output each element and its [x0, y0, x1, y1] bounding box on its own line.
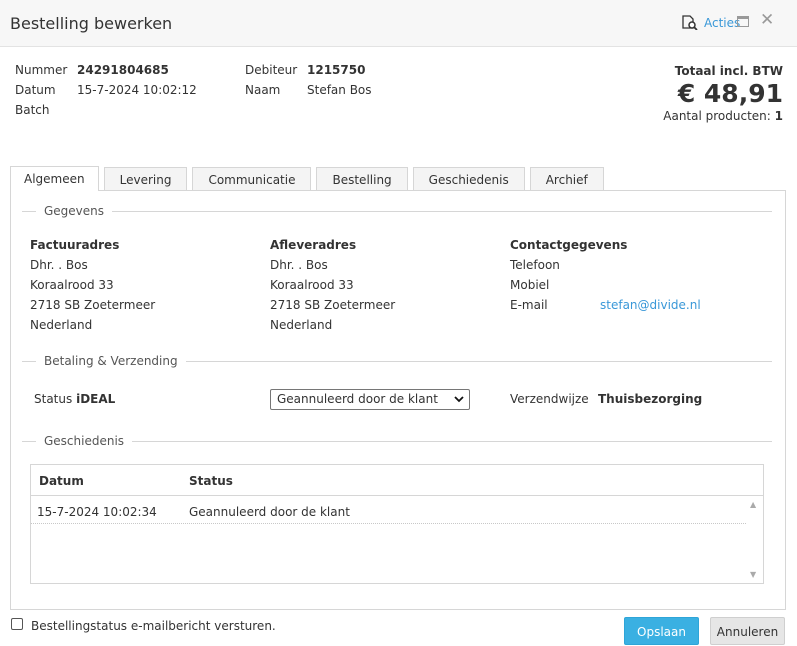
contactgegevens-heading: Contactgegevens: [510, 238, 628, 252]
betaling-section: Betaling & Verzending: [22, 354, 772, 368]
verzendwijze-label: Verzendwijze: [510, 392, 589, 406]
factuuradres-line: Nederland: [30, 318, 93, 332]
row-datum: 15-7-2024 10:02:34: [37, 505, 157, 519]
geschiedenis-section-label: Geschiedenis: [36, 434, 133, 448]
acties-label: Acties: [704, 15, 741, 30]
debiteur-label: Debiteur: [245, 63, 298, 77]
gegevens-section-label: Gegevens: [36, 204, 113, 218]
tab-archief[interactable]: Archief: [529, 167, 604, 191]
maximize-icon[interactable]: [737, 16, 749, 27]
factuuradres-block: Factuuradres Dhr. . Bos Koraalrood 33 27…: [30, 235, 155, 335]
dialog-title: Bestelling bewerken: [10, 14, 173, 33]
table-row[interactable]: 15-7-2024 10:02:34 Geannuleerd door de k…: [31, 496, 746, 524]
aantal-label: Aantal producten:: [663, 109, 771, 123]
afleveradres-line: Nederland: [270, 318, 333, 332]
aantal-producten: Aantal producten: 1: [663, 109, 783, 123]
nummer-value: 24291804685: [77, 63, 169, 77]
afleveradres-line: 2718 SB Zoetermeer: [270, 298, 396, 312]
document-search-icon: [682, 15, 698, 30]
section-divider: [22, 211, 772, 212]
totaal-amount: € 48,91: [677, 79, 783, 108]
status-label: Status: [34, 392, 73, 406]
gegevens-section: Gegevens: [22, 204, 772, 218]
save-button[interactable]: Opslaan: [624, 617, 699, 645]
history-grid: Datum Status 15-7-2024 10:02:34 Geannule…: [30, 464, 764, 584]
verzendwijze-value: Thuisbezorging: [598, 392, 703, 406]
factuuradres-line: Koraalrood 33: [30, 278, 114, 292]
aantal-value: 1: [774, 109, 783, 123]
grid-header: Datum Status: [31, 465, 763, 496]
email-link[interactable]: stefan@divide.nl: [600, 295, 701, 315]
section-divider: [22, 441, 772, 442]
afleveradres-heading: Afleveradres: [270, 238, 357, 252]
datum-label: Datum: [15, 83, 56, 97]
nummer-label: Nummer: [15, 63, 68, 77]
status-method: iDEAL: [76, 392, 116, 406]
column-header-datum[interactable]: Datum: [39, 474, 84, 488]
afleveradres-line: Dhr. . Bos: [270, 258, 328, 272]
row-status: Geannuleerd door de klant: [189, 505, 350, 519]
tab-geschiedenis[interactable]: Geschiedenis: [412, 167, 525, 191]
debiteur-value: 1215750: [307, 63, 366, 77]
naam-label: Naam: [245, 83, 281, 97]
totaal-label: Totaal incl. BTW: [674, 64, 783, 78]
tab-bar: Algemeen Levering Communicatie Bestellin…: [10, 166, 609, 191]
scroll-down-icon[interactable]: ▼: [750, 570, 756, 579]
factuuradres-line: Dhr. . Bos: [30, 258, 88, 272]
column-header-status[interactable]: Status: [189, 474, 233, 488]
chevron-down-icon: [454, 396, 464, 403]
cancel-button[interactable]: Annuleren: [710, 617, 785, 645]
tab-communicatie[interactable]: Communicatie: [192, 167, 312, 191]
status-select[interactable]: Geannuleerd door de klant: [270, 389, 470, 410]
grid-scrollbar[interactable]: ▲ ▼: [746, 496, 763, 583]
tab-algemeen[interactable]: Algemeen: [10, 166, 99, 191]
dialog-titlebar: Bestelling bewerken Acties ✕: [0, 0, 797, 47]
datum-value: 15-7-2024 10:02:12: [77, 83, 197, 97]
email-notification-checkbox[interactable]: [11, 618, 23, 630]
telefoon-label: Telefoon: [510, 258, 560, 272]
acties-button[interactable]: Acties: [682, 15, 740, 30]
scroll-up-icon[interactable]: ▲: [750, 500, 756, 509]
afleveradres-block: Afleveradres Dhr. . Bos Koraalrood 33 27…: [270, 235, 395, 335]
close-icon[interactable]: ✕: [760, 10, 774, 30]
batch-label: Batch: [15, 103, 50, 117]
status-field: Status iDEAL: [34, 392, 115, 406]
afleveradres-line: Koraalrood 33: [270, 278, 354, 292]
tab-bestelling[interactable]: Bestelling: [316, 167, 408, 191]
geschiedenis-section: Geschiedenis: [22, 434, 772, 448]
factuuradres-heading: Factuuradres: [30, 238, 120, 252]
factuuradres-line: 2718 SB Zoetermeer: [30, 298, 156, 312]
email-notification-label: Bestellingstatus e-mailbericht versturen…: [31, 619, 276, 633]
tab-levering[interactable]: Levering: [103, 167, 188, 191]
betaling-section-label: Betaling & Verzending: [36, 354, 186, 368]
status-select-value: Geannuleerd door de klant: [277, 392, 438, 406]
mobiel-label: Mobiel: [510, 278, 550, 292]
naam-value: Stefan Bos: [307, 83, 372, 97]
